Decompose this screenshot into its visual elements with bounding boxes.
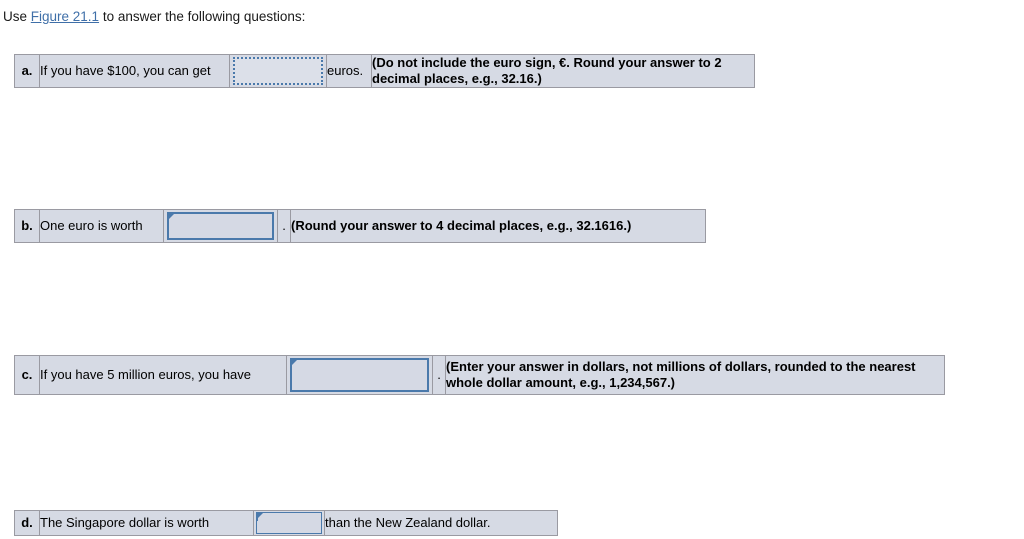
question-letter-a: a. [14, 54, 40, 88]
answer-cell-a [229, 54, 327, 88]
table-row: a. If you have $100, you can get euros. … [14, 54, 755, 88]
question-row-d: d. The Singapore dollar is worth than th… [14, 510, 558, 536]
answer-cell-d [253, 510, 325, 536]
answer-cell-c [286, 355, 433, 395]
answer-input-c[interactable] [290, 358, 429, 392]
answer-hint-b: (Round your answer to 4 decimal places, … [290, 209, 706, 243]
answer-period-c: . [432, 355, 446, 395]
question-prompt-d: The Singapore dollar is worth [39, 510, 254, 536]
input-wrapper-d [254, 511, 324, 535]
instruction-prefix: Use [3, 9, 31, 24]
question-letter-b: b. [14, 209, 40, 243]
question-prompt-c: If you have 5 million euros, you have [39, 355, 287, 395]
answer-hint-a: (Do not include the euro sign, €. Round … [371, 54, 755, 88]
answer-input-a[interactable] [233, 57, 323, 85]
question-row-c: c. If you have 5 million euros, you have… [14, 355, 945, 395]
answer-tail-d: than the New Zealand dollar. [324, 510, 558, 536]
question-letter-c: c. [14, 355, 40, 395]
question-row-b: b. One euro is worth . (Round your answe… [14, 209, 706, 243]
question-prompt-b: One euro is worth [39, 209, 164, 243]
answer-input-d[interactable] [256, 512, 322, 534]
figure-21-1-link[interactable]: Figure 21.1 [31, 9, 99, 24]
table-row: d. The Singapore dollar is worth than th… [14, 510, 558, 536]
instruction-line: Use Figure 21.1 to answer the following … [3, 8, 305, 26]
answer-input-b[interactable] [167, 212, 274, 240]
table-row: b. One euro is worth . (Round your answe… [14, 209, 706, 243]
instruction-suffix: to answer the following questions: [99, 9, 306, 24]
question-row-a: a. If you have $100, you can get euros. … [14, 54, 755, 88]
answer-period-b: . [277, 209, 291, 243]
answer-cell-b [163, 209, 278, 243]
input-wrapper-b [164, 210, 277, 242]
question-prompt-a: If you have $100, you can get [39, 54, 230, 88]
input-wrapper-c [287, 356, 432, 394]
answer-unit-a: euros. [326, 54, 372, 88]
table-row: c. If you have 5 million euros, you have… [14, 355, 945, 395]
input-wrapper-a [230, 55, 326, 87]
answer-hint-c: (Enter your answer in dollars, not milli… [445, 355, 945, 395]
question-letter-d: d. [14, 510, 40, 536]
